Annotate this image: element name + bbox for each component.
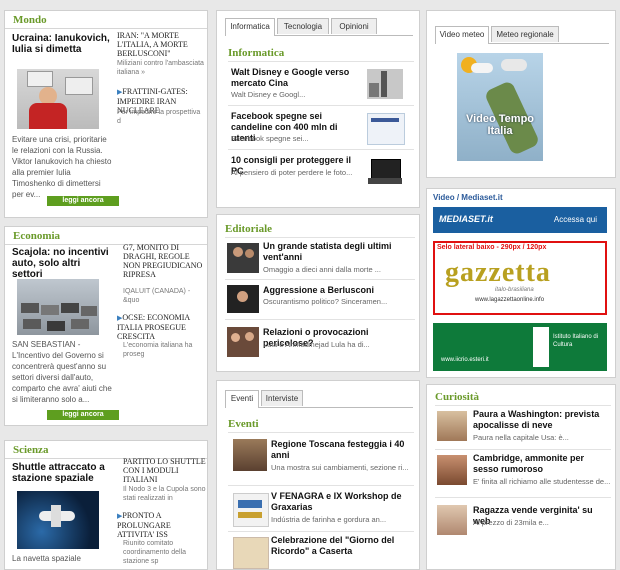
eventi-item-body-1: Una mostra sui cambiamenti, sezione ri..… — [271, 463, 409, 472]
scienza-title[interactable]: Scienza — [13, 444, 48, 456]
curiosita-item-title-2[interactable]: Cambridge, ammonite per sesso rumoroso — [473, 453, 611, 475]
economia-box: Economia Scajola: no incentivi auto, sol… — [4, 226, 208, 426]
istituto-text: Istituto Italiano di Cultura — [553, 334, 599, 348]
mondo-lead-title[interactable]: Ucraina: Ianukovich, Iulia si dimetta — [12, 33, 112, 55]
eventi-box: Eventi Interviste Eventi Regione Toscana… — [216, 380, 420, 570]
tab-eventi[interactable]: Eventi — [225, 390, 259, 408]
mondo-sub-body-2: Per impedire la prospettiva d — [117, 109, 201, 125]
eventi-tabs: Eventi Interviste — [225, 389, 413, 408]
eventi-title[interactable]: Eventi — [228, 418, 259, 430]
economia-sub-body-2: L'economia italiana ha proseg — [123, 342, 193, 358]
eventi-item-image-1[interactable] — [233, 439, 267, 471]
scienza-sub-title-1[interactable]: PARTITO LO SHUTTLE CON I MODULI ITALIANI — [123, 457, 207, 484]
istituto-logo — [533, 327, 549, 367]
eventi-item-body-2: Indústria de farinha e gordura an... — [271, 515, 387, 524]
gazzetta-url: www.lagazzettaonline.info — [475, 297, 545, 303]
scienza-sub-title-2[interactable]: ▶PRONTO A PROLUNGARE ATTIVITA' ISS — [117, 511, 207, 539]
gazzetta-ad[interactable]: Selo lateral baixo - 290px / 120px gazze… — [433, 241, 607, 315]
eventi-item-title-1[interactable]: Regione Toscana festeggia i 40 anni — [271, 439, 411, 461]
mediaset-access-link[interactable]: Accessa qui — [554, 215, 597, 224]
informatica-box: Informatica Tecnologia Opinioni Informat… — [216, 10, 420, 208]
video-meteo-caption: Video Tempo Italia — [465, 113, 535, 137]
mediaset-logo: MEDIASET.it — [439, 214, 493, 224]
informatica-item-title-1[interactable]: Walt Disney e Google verso mercato Cina — [231, 67, 361, 89]
scienza-lead-image[interactable] — [17, 491, 99, 549]
editoriale-item-body-2: Oscurantismo politico? Sinceramen... — [263, 297, 388, 306]
gazzetta-logo: gazzetta — [445, 257, 551, 288]
mondo-sub-body-1: Miliziani contro l'ambasciata italiana » — [117, 60, 204, 76]
editoriale-item-body-3: Lula e Ahmadinejad Lula ha di... — [263, 340, 370, 349]
editoriale-item-title-2[interactable]: Aggressione a Berlusconi — [263, 285, 413, 296]
economia-read-more-button[interactable]: leggi ancora — [47, 410, 119, 420]
eventi-item-title-2[interactable]: V FENAGRA e IX Workshop de Graxarias — [271, 491, 411, 513]
informatica-item-image-3[interactable] — [367, 157, 403, 187]
video-meteo-box: Video meteo Meteo regionale Video Tempo … — [426, 10, 616, 178]
mondo-sub-title-1[interactable]: IRAN: "A MORTE L'ITALIA, A MORTE BERLUSC… — [117, 31, 207, 58]
informatica-title[interactable]: Informatica — [228, 47, 284, 59]
economia-sub-title-1[interactable]: G7, MONITO DI DRAGHI, REGOLE NON PREGIUD… — [123, 243, 207, 279]
eventi-item-image-2[interactable] — [233, 493, 269, 527]
tab-interviste[interactable]: Interviste — [261, 390, 303, 406]
tab-informatica[interactable]: Informatica — [225, 18, 275, 36]
editoriale-item-title-1[interactable]: Un grande statista degli ultimi vent'ann… — [263, 241, 413, 263]
mondo-header: Mondo — [5, 11, 207, 29]
curiosita-item-title-1[interactable]: Paura a Washington: prevista apocalisse … — [473, 409, 611, 431]
economia-lead-title[interactable]: Scajola: no incentivi auto, solo altri s… — [12, 247, 112, 280]
tab-opinioni[interactable]: Opinioni — [331, 18, 377, 34]
economia-lead-body: SAN SEBASTIAN - L'Incentivo del Governo … — [12, 340, 112, 404]
video-meteo-player[interactable]: Video Tempo Italia — [457, 53, 543, 161]
informatica-tabs: Informatica Tecnologia Opinioni — [225, 17, 413, 36]
curiosita-box: Curiosità Paura a Washington: prevista a… — [426, 384, 616, 570]
tab-meteo-regionale[interactable]: Meteo regionale — [491, 26, 559, 42]
mondo-read-more-button[interactable]: leggi ancora — [47, 196, 119, 206]
mediaset-label[interactable]: Video / Mediaset.it — [433, 193, 503, 202]
cloud-icon — [501, 59, 527, 71]
scienza-box: Scienza Shuttle attraccato a stazione sp… — [4, 440, 208, 570]
curiosita-item-image-2[interactable] — [437, 455, 467, 485]
informatica-item-image-2[interactable] — [367, 113, 405, 145]
mondo-box: Mondo Ucraina: Ianukovich, Iulia si dime… — [4, 10, 208, 218]
scienza-sub-body-1: Il Nodo 3 e la Cupola sono stati realizz… — [123, 486, 206, 502]
editoriale-box: Editoriale Un grande statista degli ulti… — [216, 214, 420, 372]
editoriale-item-image-3[interactable] — [227, 327, 259, 357]
informatica-item-body-3: Al pensiero di poter perdere le foto... — [231, 168, 353, 177]
curiosita-item-body-2: E' finita all richiamo alle studentesse … — [473, 477, 611, 486]
curiosita-title[interactable]: Curiosità — [435, 391, 479, 403]
scienza-sub-body-2: Riunito comitato coordinamento della sta… — [123, 540, 187, 565]
economia-lead-image[interactable] — [17, 279, 99, 335]
curiosita-item-image-1[interactable] — [437, 411, 467, 441]
curiosita-item-image-3[interactable] — [437, 505, 467, 535]
mondo-lead-image[interactable] — [17, 69, 99, 129]
editoriale-item-body-1: Omaggio a dieci anni dalla morte ... — [263, 265, 381, 274]
scienza-lead-title[interactable]: Shuttle attraccato a stazione spaziale — [12, 462, 112, 484]
ad-placement-label: Selo lateral baixo - 290px / 120px — [437, 244, 547, 251]
economia-title[interactable]: Economia — [13, 230, 60, 242]
eventi-item-title-3[interactable]: Celebrazione del "Giorno del Ricordo" a … — [271, 535, 411, 557]
ads-box: Video / Mediaset.it MEDIASET.it Accessa … — [426, 188, 616, 378]
editoriale-title[interactable]: Editoriale — [225, 223, 272, 235]
gazzetta-subtitle: italo-brasiliana — [495, 287, 534, 293]
informatica-item-body-2: Facebook spegne sei... — [231, 134, 309, 143]
curiosita-item-body-1: Paura nella capitale Usa: è... — [473, 433, 569, 442]
curiosita-item-body-3: Al prezzo di 23mila e... — [473, 518, 549, 527]
mondo-lead-body: Evitare una crisi, prioritarie le relazi… — [12, 135, 112, 199]
informatica-item-image-1[interactable] — [367, 69, 403, 99]
tab-tecnologia[interactable]: Tecnologia — [277, 18, 329, 34]
cloud-icon — [471, 63, 493, 73]
economia-sub-body-1: IQALUIT (CANADA) - &quo — [123, 288, 191, 304]
mondo-title[interactable]: Mondo — [13, 14, 47, 26]
informatica-item-body-1: Walt Disney e Googl... — [231, 90, 306, 99]
tab-video-meteo[interactable]: Video meteo — [435, 26, 489, 44]
editoriale-item-image-1[interactable] — [227, 243, 259, 273]
istituto-banner[interactable]: www.iicrio.esteri.it Istituto Italiano d… — [433, 323, 607, 371]
editoriale-item-image-2[interactable] — [227, 285, 259, 313]
scienza-lead-body: La navetta spaziale — [12, 554, 81, 563]
istituto-url: www.iicrio.esteri.it — [441, 357, 489, 363]
video-tabs: Video meteo Meteo regionale — [435, 25, 609, 44]
eventi-item-image-3[interactable] — [233, 537, 269, 569]
economia-sub-title-2[interactable]: ▶OCSE: ECONOMIA ITALIA PROSEGUE CRESCITA — [117, 313, 207, 341]
mediaset-banner[interactable]: MEDIASET.it Accessa qui — [433, 207, 607, 233]
